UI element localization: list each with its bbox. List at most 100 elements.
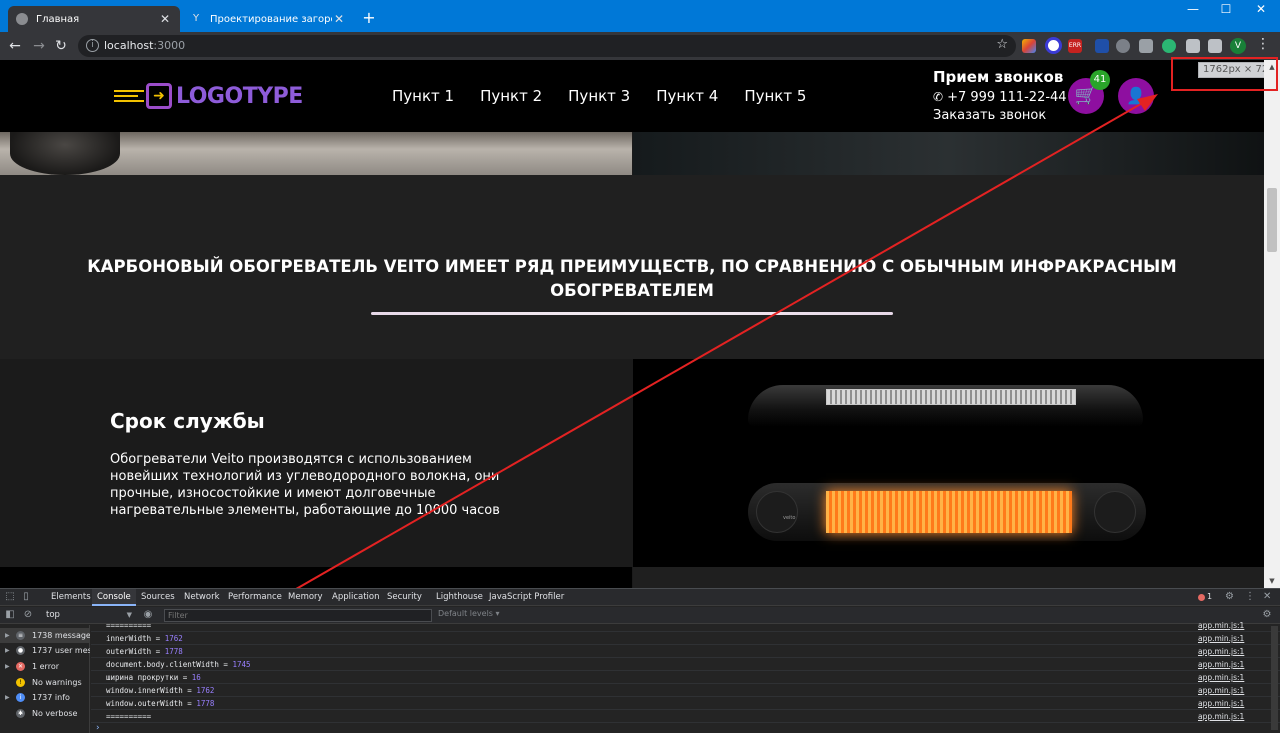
back-button[interactable]: ← <box>6 37 24 55</box>
globe-icon <box>16 13 28 25</box>
log-source-link[interactable]: app.min.js:1 <box>1198 710 1244 723</box>
tab-security[interactable]: Security <box>382 589 427 606</box>
error-count[interactable]: 1 <box>1207 592 1212 601</box>
phone-link[interactable]: ✆ +7 999 111-22-44 <box>933 90 1067 105</box>
log-source-link[interactable]: app.min.js:1 <box>1198 697 1244 710</box>
info-icon[interactable]: i <box>86 39 99 52</box>
sidebar-item-messages[interactable]: ▶ ≡ 1738 messages <box>0 628 90 643</box>
sidebar-item-label: No verbose <box>32 709 78 718</box>
devtools-settings-icon[interactable]: ⚙ <box>1225 591 1234 602</box>
log-text: innerWidth = <box>106 634 165 643</box>
nav-item-1[interactable]: Пункт 1 <box>392 87 454 105</box>
minimize-button[interactable]: — <box>1178 2 1208 16</box>
profile-avatar[interactable]: V <box>1230 38 1246 54</box>
log-text: ========== <box>106 712 152 721</box>
tab-home[interactable]: Главная ✕ <box>8 6 180 32</box>
tab-memory[interactable]: Memory <box>283 589 328 606</box>
console-scrollbar[interactable] <box>1271 626 1278 730</box>
tab-console[interactable]: Console <box>92 589 136 606</box>
address-bar[interactable]: i localhost:3000 ☆ <box>78 35 1016 57</box>
context-value: top <box>46 610 60 620</box>
site-logo[interactable]: ➜ LOGOTYPE <box>114 82 303 110</box>
call-block: Прием звонков ✆ +7 999 111-22-44 Заказать… <box>933 68 1067 123</box>
sidebar-item-errors[interactable]: ▶ ✕ 1 error <box>0 659 90 674</box>
sidebar-item-label: No warnings <box>32 678 82 687</box>
log-source-link[interactable]: app.min.js:1 <box>1198 632 1244 645</box>
log-source-link[interactable]: app.min.js:1 <box>1198 619 1244 632</box>
page-scrollbar[interactable]: ▲ ▼ <box>1264 60 1280 588</box>
console-sidebar-icon[interactable]: ◧ <box>4 609 16 621</box>
scroll-thumb[interactable] <box>1267 188 1277 252</box>
scroll-down-arrow[interactable]: ▼ <box>1264 574 1280 588</box>
maximize-button[interactable]: ☐ <box>1211 2 1241 16</box>
tab-network[interactable]: Network <box>179 589 225 606</box>
heater-cap-right <box>1094 491 1136 533</box>
tab-application[interactable]: Application <box>327 589 385 606</box>
log-levels-select[interactable]: Default levels ▾ <box>438 609 500 618</box>
log-source-link[interactable]: app.min.js:1 <box>1198 645 1244 658</box>
extension-gray-icon[interactable] <box>1139 39 1153 53</box>
user-button[interactable]: 👤 <box>1118 78 1154 114</box>
hero-photo-left <box>0 132 632 175</box>
log-value: 1762 <box>164 634 183 643</box>
log-value: 1778 <box>164 647 183 656</box>
tab-elements[interactable]: Elements <box>46 589 96 606</box>
tab-design[interactable]: Y Проектирование загородных д ✕ <box>182 6 354 32</box>
order-call-link[interactable]: Заказать звонок <box>933 108 1067 123</box>
sidebar-item-warnings[interactable]: ! No warnings <box>0 675 90 690</box>
logo-text: LOGOTYPE <box>176 83 303 109</box>
log-text: document.body.clientWidth = <box>106 660 233 669</box>
close-tab-icon[interactable]: ✕ <box>332 12 346 26</box>
log-value: 1745 <box>232 660 251 669</box>
extension-green-icon[interactable] <box>1162 39 1176 53</box>
phone-icon: ✆ <box>933 90 944 104</box>
log-source-link[interactable]: app.min.js:1 <box>1198 658 1244 671</box>
close-window-button[interactable]: ✕ <box>1246 2 1276 16</box>
browser-toolbar: ← → ↻ i localhost:3000 ☆ ERR V ⋮ <box>0 32 1280 60</box>
error-indicator-icon[interactable] <box>1198 594 1205 601</box>
phone-number: +7 999 111-22-44 <box>947 90 1067 105</box>
reading-list-icon[interactable] <box>1208 39 1222 53</box>
extension-cloud-icon[interactable] <box>1116 39 1130 53</box>
nav-item-4[interactable]: Пункт 4 <box>656 87 718 105</box>
log-text: ширина прокрутки = <box>106 673 192 682</box>
log-source-link[interactable]: app.min.js:1 <box>1198 671 1244 684</box>
feature-text-block: Срок службы Обогреватели Veito производя… <box>0 359 632 567</box>
forward-button[interactable]: → <box>30 37 48 55</box>
sidebar-item-info[interactable]: ▶ i 1737 info <box>0 690 90 705</box>
browser-menu-icon[interactable]: ⋮ <box>1256 36 1270 52</box>
nav-item-2[interactable]: Пункт 2 <box>480 87 542 105</box>
reload-button[interactable]: ↻ <box>52 37 70 55</box>
nav-item-5[interactable]: Пункт 5 <box>744 87 806 105</box>
bookmark-star-icon[interactable]: ☆ <box>996 37 1008 52</box>
tab-performance[interactable]: Performance <box>223 589 287 606</box>
url-text[interactable]: localhost:3000 <box>104 39 185 52</box>
new-tab-button[interactable]: + <box>360 8 378 27</box>
nav-item-3[interactable]: Пункт 3 <box>568 87 630 105</box>
user-icon: ● <box>16 646 25 655</box>
device-toggle-icon[interactable]: ▯ <box>20 591 32 603</box>
banner-divider <box>371 312 893 315</box>
devtools-close-icon[interactable]: ✕ <box>1263 591 1271 602</box>
main-nav: Пункт 1 Пункт 2 Пункт 3 Пункт 4 Пункт 5 <box>392 87 806 105</box>
tab-lighthouse[interactable]: Lighthouse <box>431 589 488 606</box>
sidebar-item-user-messages[interactable]: ▶●1737 user mes... <box>0 643 90 658</box>
log-row: ========== app.min.js:1 <box>91 710 1280 723</box>
extension-tool-icon[interactable] <box>1095 39 1109 53</box>
info-icon: i <box>16 693 25 702</box>
puzzle-icon[interactable] <box>1186 39 1200 53</box>
console-prompt[interactable]: › <box>95 723 100 733</box>
close-tab-icon[interactable]: ✕ <box>158 12 172 26</box>
extension-color-icon[interactable] <box>1022 39 1036 53</box>
warning-icon: ! <box>16 678 25 687</box>
sidebar-item-verbose[interactable]: ✱ No verbose <box>0 706 90 721</box>
tab-sources[interactable]: Sources <box>136 589 180 606</box>
inspect-icon[interactable]: ⬚ <box>4 591 16 603</box>
extension-circle-icon[interactable] <box>1045 37 1062 54</box>
extension-err-icon[interactable]: ERR <box>1068 39 1082 53</box>
tab-js-profiler[interactable]: JavaScript Profiler <box>484 589 569 606</box>
log-source-link[interactable]: app.min.js:1 <box>1198 684 1244 697</box>
log-text: window.innerWidth = <box>106 686 197 695</box>
devtools-more-icon[interactable]: ⋮ <box>1245 591 1255 602</box>
clear-console-icon[interactable]: ⊘ <box>22 609 34 621</box>
